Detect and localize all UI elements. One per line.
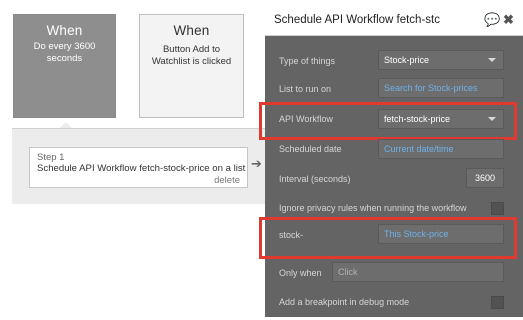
scheduled-date-label: Scheduled date: [279, 144, 342, 154]
only-when-label: Only when: [279, 268, 322, 278]
panel-header: Schedule API Workflow fetch-stc 💬 ✖: [265, 6, 523, 36]
chevron-down-icon: [488, 58, 496, 62]
type-of-things-value: Stock-price: [384, 55, 430, 65]
event-subtitle: Button Add to Watchlist is clicked: [151, 44, 232, 67]
event-title: When: [46, 23, 83, 38]
event-title: When: [173, 23, 210, 38]
stock-param-field[interactable]: This Stock-price: [378, 224, 504, 244]
arrow-right-icon: ➔: [251, 157, 262, 172]
event-subtitle: Do every 3600 seconds: [33, 41, 96, 64]
event-card-recurring[interactable]: When Do every 3600 seconds: [13, 14, 116, 118]
event-card-button-click[interactable]: When Button Add to Watchlist is clicked: [139, 14, 244, 118]
api-workflow-dropdown[interactable]: fetch-stock-price: [378, 109, 504, 129]
list-to-run-on-label: List to run on: [279, 84, 332, 94]
only-when-placeholder: Click: [338, 267, 358, 277]
breakpoint-label: Add a breakpoint in debug mode: [279, 297, 410, 307]
api-workflow-value: fetch-stock-price: [384, 114, 451, 124]
stock-param-value: This Stock-price: [384, 229, 449, 239]
close-icon[interactable]: ✖: [503, 12, 514, 28]
workflow-step-card[interactable]: Step 1 Schedule API Workflow fetch-stock…: [29, 147, 248, 188]
list-to-run-on-value: Search for Stock-prices: [384, 83, 478, 93]
panel-title: Schedule API Workflow fetch-stc: [274, 14, 440, 26]
workflow-editor-canvas: When Do every 3600 seconds When Button A…: [0, 0, 523, 320]
scheduled-date-field[interactable]: Current date/time: [378, 139, 504, 159]
type-of-things-dropdown[interactable]: Stock-price: [378, 50, 504, 70]
scheduled-date-value: Current date/time: [384, 144, 454, 154]
interval-input[interactable]: 3600: [466, 168, 504, 188]
step-delete-link[interactable]: delete: [214, 175, 240, 186]
list-to-run-on-field[interactable]: Search for Stock-prices: [378, 78, 504, 98]
breakpoint-checkbox[interactable]: [491, 296, 504, 309]
step-title: Schedule API Workflow fetch-stock-price …: [37, 163, 246, 174]
stock-param-label: stock-: [279, 230, 304, 240]
interval-label: Interval (seconds): [279, 174, 351, 184]
chevron-down-icon: [488, 117, 496, 121]
step-number: Step 1: [37, 152, 65, 163]
only-when-field[interactable]: Click: [332, 262, 504, 282]
ignore-privacy-checkbox[interactable]: [491, 202, 504, 215]
interval-value: 3600: [475, 173, 496, 183]
api-workflow-label: API Workflow: [279, 114, 333, 124]
comment-icon[interactable]: 💬: [484, 12, 500, 28]
ignore-privacy-label: Ignore privacy rules when running the wo…: [279, 203, 467, 213]
properties-panel: Schedule API Workflow fetch-stc 💬 ✖ Type…: [259, 6, 523, 317]
type-of-things-label: Type of things: [279, 56, 336, 66]
